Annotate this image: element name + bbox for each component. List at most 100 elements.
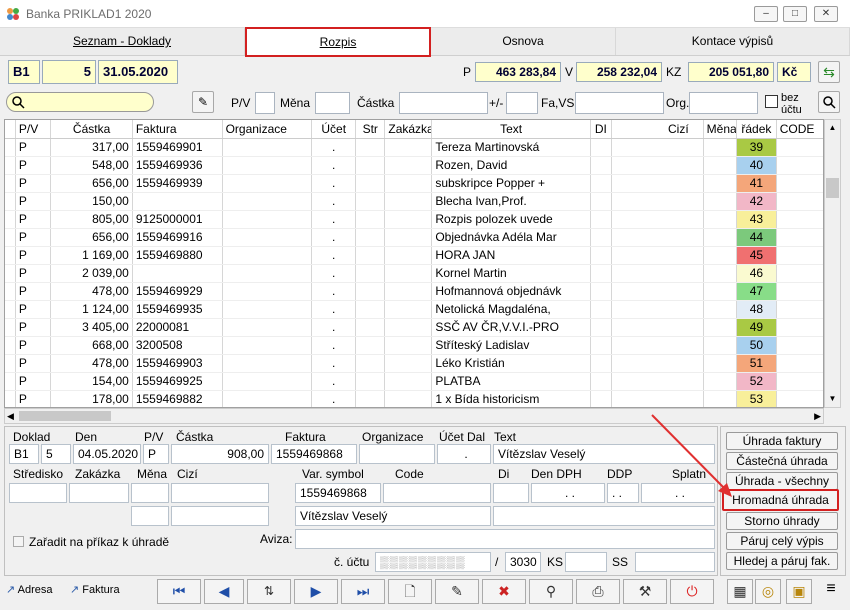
bez-uctu-checkbox[interactable]: [765, 95, 778, 108]
filter-favs-input[interactable]: [575, 92, 664, 114]
uhrada-vsechny-button[interactable]: Úhrada - všechny: [726, 472, 838, 490]
ddp-field[interactable]: . .: [607, 483, 639, 503]
table-row[interactable]: P 478,00 1559469903. Léko Kristián 51: [5, 354, 823, 373]
col-str[interactable]: Str: [355, 120, 386, 139]
tools-icon[interactable]: ⚒: [623, 579, 667, 604]
power-icon[interactable]: ⏻: [670, 579, 714, 604]
col-ucet[interactable]: Účet: [311, 120, 357, 139]
table-row[interactable]: P 548,00 1559469936. Rozen, David 40: [5, 156, 823, 175]
next-record-icon[interactable]: ▶: [294, 579, 338, 604]
di-field[interactable]: [493, 483, 529, 503]
table-row[interactable]: P 656,00 1559469939. subskripce Popper + 41: [5, 174, 823, 193]
table-row[interactable]: P 150,00. Blecha Ivan,Prof. 42: [5, 192, 823, 211]
table-row[interactable]: P 154,00 1559469925. PLATBA 52: [5, 372, 823, 391]
doklad-series-field[interactable]: B1: [9, 444, 39, 464]
zaradit-checkbox[interactable]: [13, 536, 24, 547]
col-code[interactable]: CODE: [776, 120, 823, 139]
col-mena[interactable]: Měna: [703, 120, 738, 139]
vs-field[interactable]: 1559469868: [295, 483, 381, 503]
extra-field[interactable]: [493, 506, 715, 526]
name-field[interactable]: Vítězslav Veselý: [295, 506, 491, 526]
filter-pv-input[interactable]: [255, 92, 275, 114]
ucet-field[interactable]: .: [437, 444, 491, 464]
prev-record-icon[interactable]: ◀: [204, 579, 244, 604]
new-doc-icon[interactable]: 🗋: [388, 579, 432, 604]
cizi-field[interactable]: [171, 483, 269, 503]
minimize-button[interactable]: –: [754, 6, 778, 22]
tab-rozpis[interactable]: Rozpis: [245, 27, 431, 57]
org-field[interactable]: [359, 444, 435, 464]
tab-osnova[interactable]: Osnova: [431, 28, 616, 55]
table-row[interactable]: P 668,00 3200508. Stříteský Ladislav 50: [5, 336, 823, 355]
faktura-link[interactable]: ↗ Faktura: [70, 583, 120, 596]
scroll-down-icon[interactable]: ▼: [825, 391, 840, 407]
mena-field[interactable]: [131, 483, 169, 503]
grid-vscrollbar[interactable]: ▲ ▼: [824, 119, 841, 408]
search-input[interactable]: [6, 92, 154, 112]
maximize-button[interactable]: □: [783, 6, 807, 22]
coins-icon[interactable]: ◎: [755, 579, 781, 604]
cizi2-field[interactable]: [171, 506, 269, 526]
col-cizi[interactable]: Cizí: [611, 120, 704, 139]
scroll-right-icon[interactable]: ▶: [814, 409, 821, 423]
col-di[interactable]: DI: [590, 120, 612, 139]
binoculars-icon[interactable]: ⚲: [529, 579, 573, 604]
menu-icon[interactable]: ≡: [821, 580, 841, 598]
table-row[interactable]: P3 405,00 22000081. SSČ AV ČR,V.V.I.-PRO 49: [5, 318, 823, 337]
uhrada-faktury-button[interactable]: Úhrada faktury: [726, 432, 838, 450]
search-button[interactable]: [818, 91, 840, 113]
filter-mena-input[interactable]: [315, 92, 350, 114]
col-faktura[interactable]: Faktura: [132, 120, 223, 139]
filter-castka-input[interactable]: [399, 92, 488, 114]
bank-field[interactable]: 3030: [505, 552, 541, 572]
close-button[interactable]: ✕: [814, 6, 838, 22]
h-scroll-thumb[interactable]: [19, 411, 111, 421]
table-row[interactable]: P 656,00 1559469916. Objednávka Adéla Mar 44: [5, 228, 823, 247]
last-record-icon[interactable]: ⏭: [341, 579, 385, 604]
pv-field[interactable]: P: [143, 444, 169, 464]
tab-seznam[interactable]: Seznam - Doklady: [0, 28, 245, 55]
table-row[interactable]: P 805,00 9125000001. Rozpis polozek uvede 43: [5, 210, 823, 229]
scroll-left-icon[interactable]: ◀: [7, 409, 14, 423]
print-icon[interactable]: ⎙: [576, 579, 620, 604]
sort-icon[interactable]: ⇅: [247, 579, 291, 604]
calculator-icon[interactable]: ▦: [727, 579, 753, 604]
stredisko-field[interactable]: [9, 483, 67, 503]
doklad-num-field[interactable]: 5: [41, 444, 71, 464]
aviza-field[interactable]: [295, 529, 715, 549]
first-record-icon[interactable]: ⏮: [157, 579, 201, 604]
adresa-link[interactable]: ↗ Adresa: [6, 583, 53, 596]
paruj-vypis-button[interactable]: Páruj celý výpis: [726, 532, 838, 550]
clear-filter-icon[interactable]: ✎: [192, 91, 214, 113]
cucet-field[interactable]: ▒▒▒▒▒▒▒▒▒: [375, 552, 491, 572]
faktura-field[interactable]: 1559469868: [271, 444, 357, 464]
ss-field[interactable]: [635, 552, 715, 572]
table-row[interactable]: P 478,00 1559469929. Hofmannová objednávk 47: [5, 282, 823, 301]
refresh-icon[interactable]: ⇆: [818, 61, 840, 83]
note-icon[interactable]: ▣: [786, 579, 812, 604]
edit-icon[interactable]: ✎: [435, 579, 479, 604]
hledej-paruj-button[interactable]: Hledej a páruj fak.: [726, 552, 838, 570]
filter-org-input[interactable]: [689, 92, 758, 114]
tab-kontace[interactable]: Kontace výpisů: [616, 28, 850, 55]
table-row[interactable]: P 317,00 1559469901. Tereza Martinovská 39: [5, 138, 823, 157]
den-field[interactable]: 04.05.2020: [73, 444, 141, 464]
table-row[interactable]: P2 039,00. Kornel Martin 46: [5, 264, 823, 283]
table-row[interactable]: P1 124,00 1559469935. Netolická Magdaléna,…: [5, 300, 823, 319]
col-radek[interactable]: řádek: [736, 120, 777, 139]
col-zakazka[interactable]: Zakázka: [384, 120, 433, 139]
storno-uhrady-button[interactable]: Storno úhrady: [726, 512, 838, 530]
filter-pm-input[interactable]: [506, 92, 538, 114]
dph-field[interactable]: . .: [531, 483, 605, 503]
col-organizace[interactable]: Organizace: [222, 120, 313, 139]
mena2-field[interactable]: [131, 506, 169, 526]
castka-field[interactable]: 908,00: [171, 444, 269, 464]
code-field[interactable]: [383, 483, 491, 503]
scroll-thumb[interactable]: [826, 178, 839, 198]
zakazka-field[interactable]: [69, 483, 129, 503]
delete-icon[interactable]: ✖: [482, 579, 526, 604]
table-row[interactable]: P1 169,00 1559469880. HORA JAN 45: [5, 246, 823, 265]
ks-field[interactable]: [565, 552, 607, 572]
col-text[interactable]: Text: [431, 120, 591, 139]
col-castka[interactable]: Částka: [50, 120, 133, 139]
